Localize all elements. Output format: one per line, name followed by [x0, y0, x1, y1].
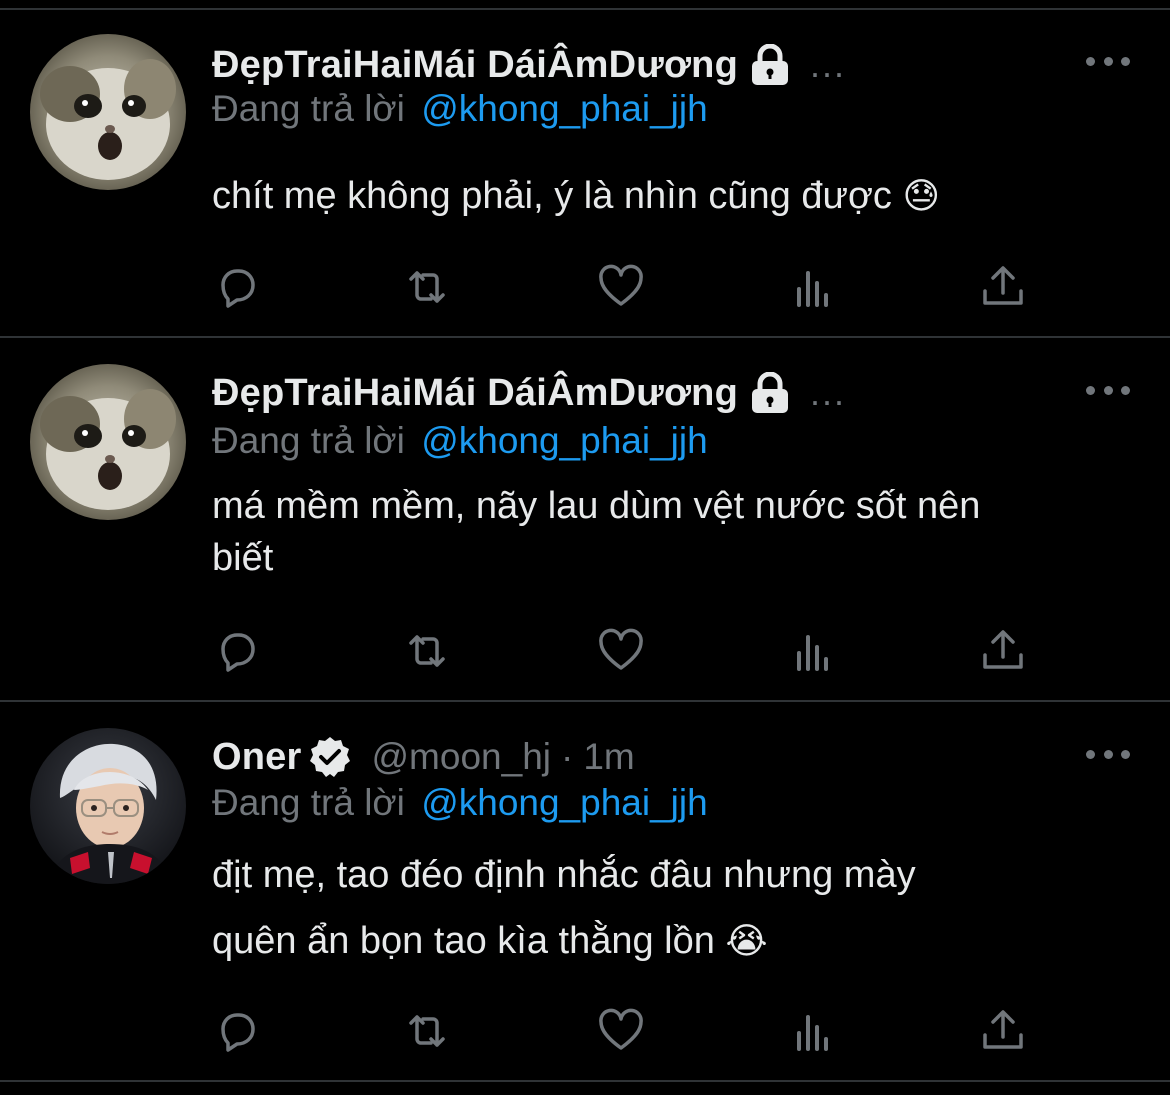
tweet-emoji: 😭: [725, 920, 768, 961]
lock-icon: [748, 44, 792, 86]
replying-to-label: Đang trả lời: [212, 420, 405, 461]
action-bar: [212, 626, 1042, 676]
top-divider: [0, 0, 1170, 10]
share-icon[interactable]: [978, 262, 1028, 312]
user-handle[interactable]: @moon_hj: [372, 736, 552, 778]
tweet[interactable]: ĐẹpTraiHaiMái DáiÂmDương ... Đang trả lờ…: [0, 10, 1170, 338]
more-options-icon[interactable]: [1086, 380, 1130, 400]
display-name[interactable]: Oner: [212, 736, 302, 779]
mention-link[interactable]: @khong_phai_jjh: [421, 420, 708, 461]
share-icon[interactable]: [978, 1006, 1028, 1056]
tweet[interactable]: Oner @moon_hj · 1m Đang trả lời @khong_p…: [0, 704, 1170, 1082]
replying-to: Đang trả lời @khong_phai_jjh: [212, 782, 708, 824]
retweet-icon[interactable]: [402, 1006, 452, 1056]
replying-to-label: Đang trả lời: [212, 88, 405, 129]
timestamp[interactable]: 1m: [583, 736, 634, 778]
tweet-text-line: má mềm mềm, nãy lau dùm vệt nước sốt nên: [212, 485, 981, 527]
name-truncation: ...: [809, 44, 846, 85]
cat-avatar-icon: [30, 364, 186, 520]
cat-avatar-icon: [30, 34, 186, 190]
lock-icon: [748, 372, 792, 414]
views-icon[interactable]: [788, 626, 838, 676]
views-icon[interactable]: [788, 262, 838, 312]
replying-to-label: Đang trả lời: [212, 782, 405, 823]
tweet-text: chít mẹ không phải, ý là nhìn cũng được …: [212, 164, 1112, 228]
action-bar: [212, 1006, 1042, 1056]
share-icon[interactable]: [978, 626, 1028, 676]
like-icon[interactable]: [596, 626, 646, 676]
display-name[interactable]: ĐẹpTraiHaiMái DáiÂmDương: [212, 372, 738, 415]
action-bar: [212, 262, 1042, 312]
person-avatar-icon: [30, 728, 186, 884]
mention-link[interactable]: @khong_phai_jjh: [421, 782, 708, 823]
tweet-header: Oner @moon_hj · 1m: [212, 732, 635, 782]
separator-dot: ·: [561, 736, 574, 777]
reply-icon[interactable]: [212, 626, 262, 676]
retweet-icon[interactable]: [402, 262, 452, 312]
tweet-text-body: chít mẹ không phải, ý là nhìn cũng được: [212, 175, 892, 217]
replying-to: Đang trả lời @khong_phai_jjh: [212, 420, 708, 462]
avatar[interactable]: [30, 34, 186, 190]
more-options-icon[interactable]: [1086, 744, 1130, 764]
tweet-text-line-with-emoji: quên ẩn bọn tao kìa thằng lồn 😭: [212, 908, 1112, 974]
name-truncation: ...: [809, 372, 846, 413]
tweet-header: ĐẹpTraiHaiMái DáiÂmDương ...: [212, 40, 846, 90]
tweet-emoji: 😓: [902, 175, 940, 216]
views-icon[interactable]: [788, 1006, 838, 1056]
retweet-icon[interactable]: [402, 626, 452, 676]
reply-icon[interactable]: [212, 262, 262, 312]
tweet-header: ĐẹpTraiHaiMái DáiÂmDương ...: [212, 368, 846, 418]
tweet-text-line: biết: [212, 537, 274, 579]
like-icon[interactable]: [596, 1006, 646, 1056]
replying-to: Đang trả lời @khong_phai_jjh: [212, 88, 708, 130]
tweet-text: má mềm mềm, nãy lau dùm vệt nước sốt nên…: [212, 480, 1112, 584]
tweet-text-line: địt mẹ, tao đéo định nhắc đâu nhưng mày: [212, 854, 916, 896]
avatar[interactable]: [30, 728, 186, 884]
verified-badge-icon: [308, 735, 352, 779]
tweet[interactable]: ĐẹpTraiHaiMái DáiÂmDương ... Đang trả lờ…: [0, 340, 1170, 702]
reply-icon[interactable]: [212, 1006, 262, 1056]
display-name[interactable]: ĐẹpTraiHaiMái DáiÂmDương: [212, 44, 738, 87]
mention-link[interactable]: @khong_phai_jjh: [421, 88, 708, 129]
more-options-icon[interactable]: [1086, 51, 1130, 71]
tweet-text-line: quên ẩn bọn tao kìa thằng lồn: [212, 920, 715, 962]
avatar[interactable]: [30, 364, 186, 520]
like-icon[interactable]: [596, 262, 646, 312]
tweet-text: địt mẹ, tao đéo định nhắc đâu nhưng mày …: [212, 842, 1112, 974]
